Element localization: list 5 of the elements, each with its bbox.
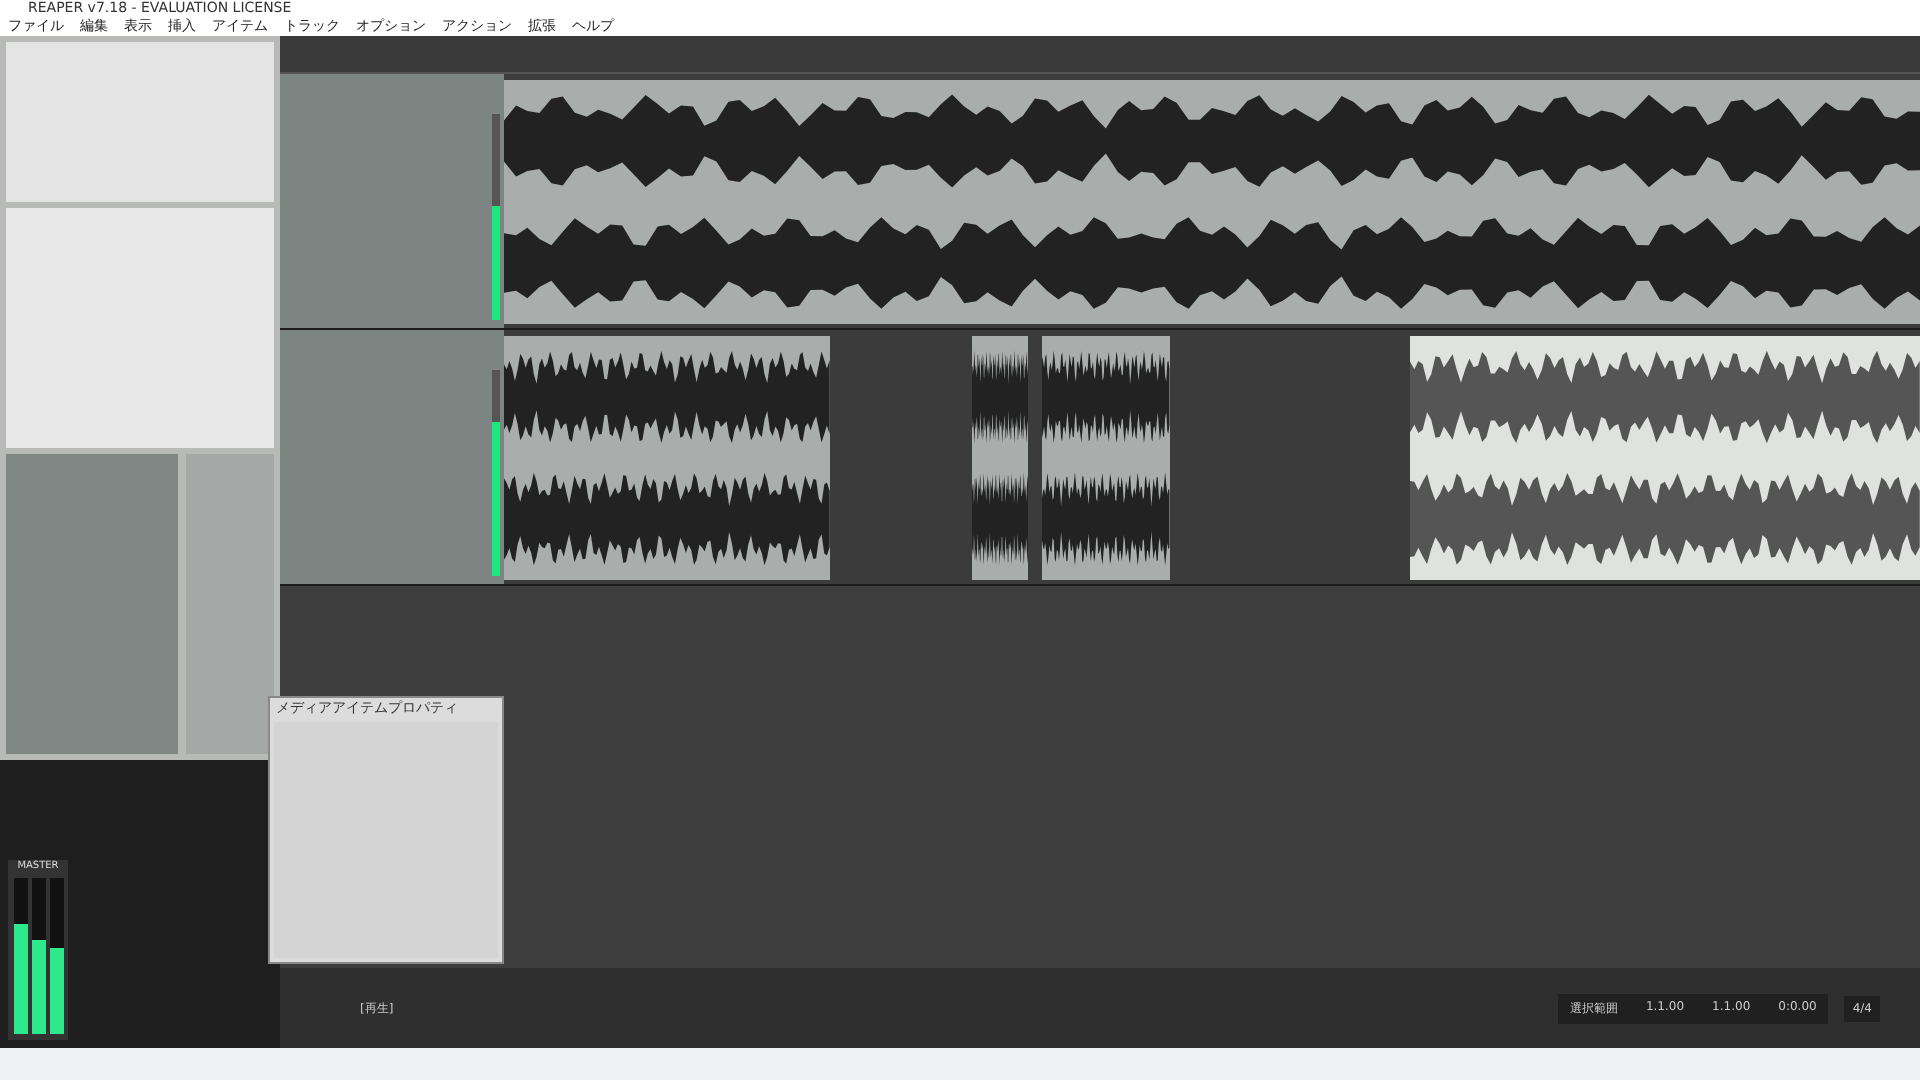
audio-clip[interactable] — [971, 336, 1028, 580]
audio-clip[interactable] — [504, 80, 1920, 324]
audio-clip[interactable] — [1410, 336, 1920, 580]
audio-clip[interactable] — [504, 336, 830, 580]
audio-clip[interactable] — [1042, 336, 1170, 580]
